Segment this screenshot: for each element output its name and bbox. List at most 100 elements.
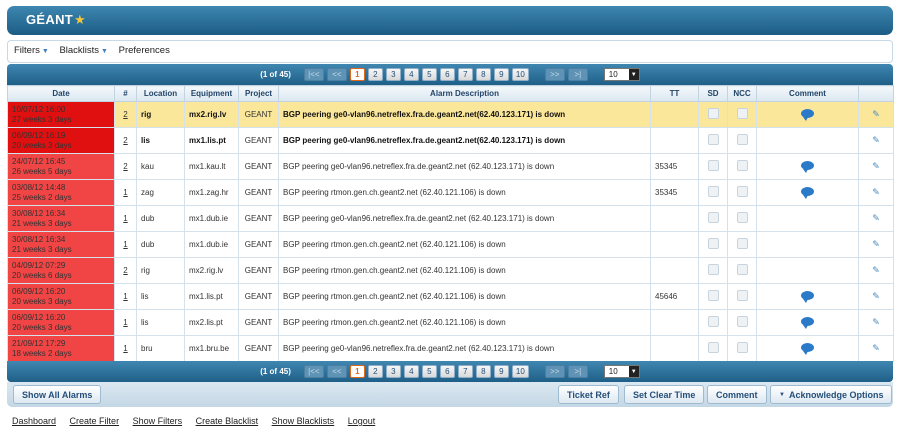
table-row[interactable]: 06/09/12 16:20 20 weeks 3 days 1 lis mx2.lis… <box>7 309 894 336</box>
table-row[interactable]: 30/08/12 16:34 21 weeks 3 days 1 dub mx1.dub… <box>7 231 894 258</box>
edit-pencil-icon[interactable]: ✎ <box>872 265 880 275</box>
sd-checkbox[interactable] <box>707 342 719 353</box>
edit-pencil-icon[interactable]: ✎ <box>872 187 880 197</box>
menu-preferences[interactable]: Preferences <box>119 45 170 56</box>
occurrence-count-link[interactable]: 2 <box>114 127 137 154</box>
ticket-ref-button[interactable]: Ticket Ref <box>558 385 619 404</box>
edit-pencil-icon[interactable]: ✎ <box>872 135 880 145</box>
comment-bubble-icon[interactable] <box>801 109 814 121</box>
acknowledge-options-button[interactable]: ▼ Acknowledge Options <box>770 385 893 404</box>
page-button[interactable]: 2 <box>367 365 383 378</box>
footer-link-create-filter[interactable]: Create Filter <box>70 416 120 426</box>
comment-bubble-icon[interactable] <box>801 161 814 173</box>
comment-bubble-icon[interactable] <box>801 317 814 329</box>
table-row[interactable]: 24/07/12 16:45 26 weeks 5 days 2 kau mx1.kau… <box>7 153 894 180</box>
table-row[interactable]: 30/08/12 16:34 21 weeks 3 days 1 dub mx1.dub… <box>7 205 894 232</box>
occurrence-count-link[interactable]: 1 <box>114 309 137 336</box>
page-button[interactable]: 2 <box>367 68 383 81</box>
column-header-tt[interactable]: TT <box>650 85 699 102</box>
edit-pencil-icon[interactable]: ✎ <box>872 291 880 301</box>
page-button[interactable]: 3 <box>385 68 401 81</box>
edit-pencil-icon[interactable]: ✎ <box>872 161 880 171</box>
footer-link-dashboard[interactable]: Dashboard <box>12 416 56 426</box>
column-header-sd[interactable]: SD <box>698 85 728 102</box>
column-header-comment[interactable]: Comment <box>756 85 859 102</box>
first-page-button[interactable]: |<< <box>303 365 324 378</box>
page-button[interactable]: 1 <box>349 68 365 81</box>
page-button[interactable]: 1 <box>349 365 365 378</box>
edit-pencil-icon[interactable]: ✎ <box>872 317 880 327</box>
page-button[interactable]: 9 <box>493 68 509 81</box>
column-header-location[interactable]: Location <box>136 85 185 102</box>
page-button[interactable]: 4 <box>403 365 419 378</box>
table-row[interactable]: 03/08/12 14:48 25 weeks 2 days 1 zag mx1.zag… <box>7 179 894 206</box>
ncc-checkbox[interactable] <box>736 160 748 171</box>
sd-checkbox[interactable] <box>707 264 719 275</box>
footer-link-show-blacklists[interactable]: Show Blacklists <box>272 416 335 426</box>
ncc-checkbox[interactable] <box>736 238 748 249</box>
page-button[interactable]: 7 <box>457 68 473 81</box>
first-page-button[interactable]: |<< <box>303 68 324 81</box>
occurrence-count-link[interactable]: 1 <box>114 335 137 362</box>
ncc-checkbox[interactable] <box>736 108 748 119</box>
ncc-checkbox[interactable] <box>736 316 748 327</box>
occurrence-count-link[interactable]: 1 <box>114 283 137 310</box>
next-page-button[interactable]: >> <box>544 68 565 81</box>
page-button[interactable]: 9 <box>493 365 509 378</box>
edit-pencil-icon[interactable]: ✎ <box>872 343 880 353</box>
page-button[interactable]: 6 <box>439 365 455 378</box>
page-button[interactable]: 4 <box>403 68 419 81</box>
footer-link-create-blacklist[interactable]: Create Blacklist <box>196 416 259 426</box>
footer-link-logout[interactable]: Logout <box>348 416 376 426</box>
sd-checkbox[interactable] <box>707 238 719 249</box>
edit-pencil-icon[interactable]: ✎ <box>872 109 880 119</box>
ncc-checkbox[interactable] <box>736 290 748 301</box>
table-row[interactable]: 06/09/12 16:20 20 weeks 3 days 1 lis mx1.lis… <box>7 283 894 310</box>
menu-filters[interactable]: Filters ▼ <box>14 45 49 56</box>
page-button[interactable]: 8 <box>475 68 491 81</box>
column-header-description[interactable]: Alarm Description <box>278 85 651 102</box>
ncc-checkbox[interactable] <box>736 212 748 223</box>
table-row[interactable]: 06/09/12 16:19 20 weeks 3 days 2 lis mx1.lis… <box>7 127 894 154</box>
rows-per-page-select[interactable]: 10 ▼ <box>603 365 640 378</box>
page-button[interactable]: 10 <box>511 365 529 378</box>
ncc-checkbox[interactable] <box>736 134 748 145</box>
occurrence-count-link[interactable]: 1 <box>114 205 137 232</box>
last-page-button[interactable]: >| <box>567 68 588 81</box>
menu-blacklists[interactable]: Blacklists ▼ <box>59 45 108 56</box>
occurrence-count-link[interactable]: 1 <box>114 231 137 258</box>
sd-checkbox[interactable] <box>707 134 719 145</box>
occurrence-count-link[interactable]: 1 <box>114 179 137 206</box>
geant-logo[interactable]: GÉANT★ <box>26 12 86 28</box>
column-header-project[interactable]: Project <box>238 85 279 102</box>
page-button[interactable]: 6 <box>439 68 455 81</box>
sd-checkbox[interactable] <box>707 160 719 171</box>
next-page-button[interactable]: >> <box>544 365 565 378</box>
sd-checkbox[interactable] <box>707 316 719 327</box>
comment-bubble-icon[interactable] <box>801 187 814 199</box>
sd-checkbox[interactable] <box>707 186 719 197</box>
edit-pencil-icon[interactable]: ✎ <box>872 213 880 223</box>
ncc-checkbox[interactable] <box>736 186 748 197</box>
column-header-equipment[interactable]: Equipment <box>184 85 239 102</box>
occurrence-count-link[interactable]: 2 <box>114 257 137 284</box>
sd-checkbox[interactable] <box>707 290 719 301</box>
occurrence-count-link[interactable]: 2 <box>114 153 137 180</box>
column-header-ncc[interactable]: NCC <box>727 85 757 102</box>
prev-page-button[interactable]: << <box>326 68 347 81</box>
column-header-date[interactable]: Date <box>7 85 115 102</box>
page-button[interactable]: 3 <box>385 365 401 378</box>
last-page-button[interactable]: >| <box>567 365 588 378</box>
page-button[interactable]: 7 <box>457 365 473 378</box>
sd-checkbox[interactable] <box>707 108 719 119</box>
sd-checkbox[interactable] <box>707 212 719 223</box>
comment-bubble-icon[interactable] <box>801 343 814 355</box>
table-row[interactable]: 04/09/12 07:29 20 weeks 6 days 2 rig mx2.rig… <box>7 257 894 284</box>
prev-page-button[interactable]: << <box>326 365 347 378</box>
page-button[interactable]: 8 <box>475 365 491 378</box>
page-button[interactable]: 5 <box>421 68 437 81</box>
table-row[interactable]: 21/09/12 17:29 18 weeks 2 days 1 bru mx1.bru… <box>7 335 894 362</box>
occurrence-count-link[interactable]: 2 <box>114 101 137 128</box>
footer-link-show-filters[interactable]: Show Filters <box>133 416 183 426</box>
page-button[interactable]: 5 <box>421 365 437 378</box>
